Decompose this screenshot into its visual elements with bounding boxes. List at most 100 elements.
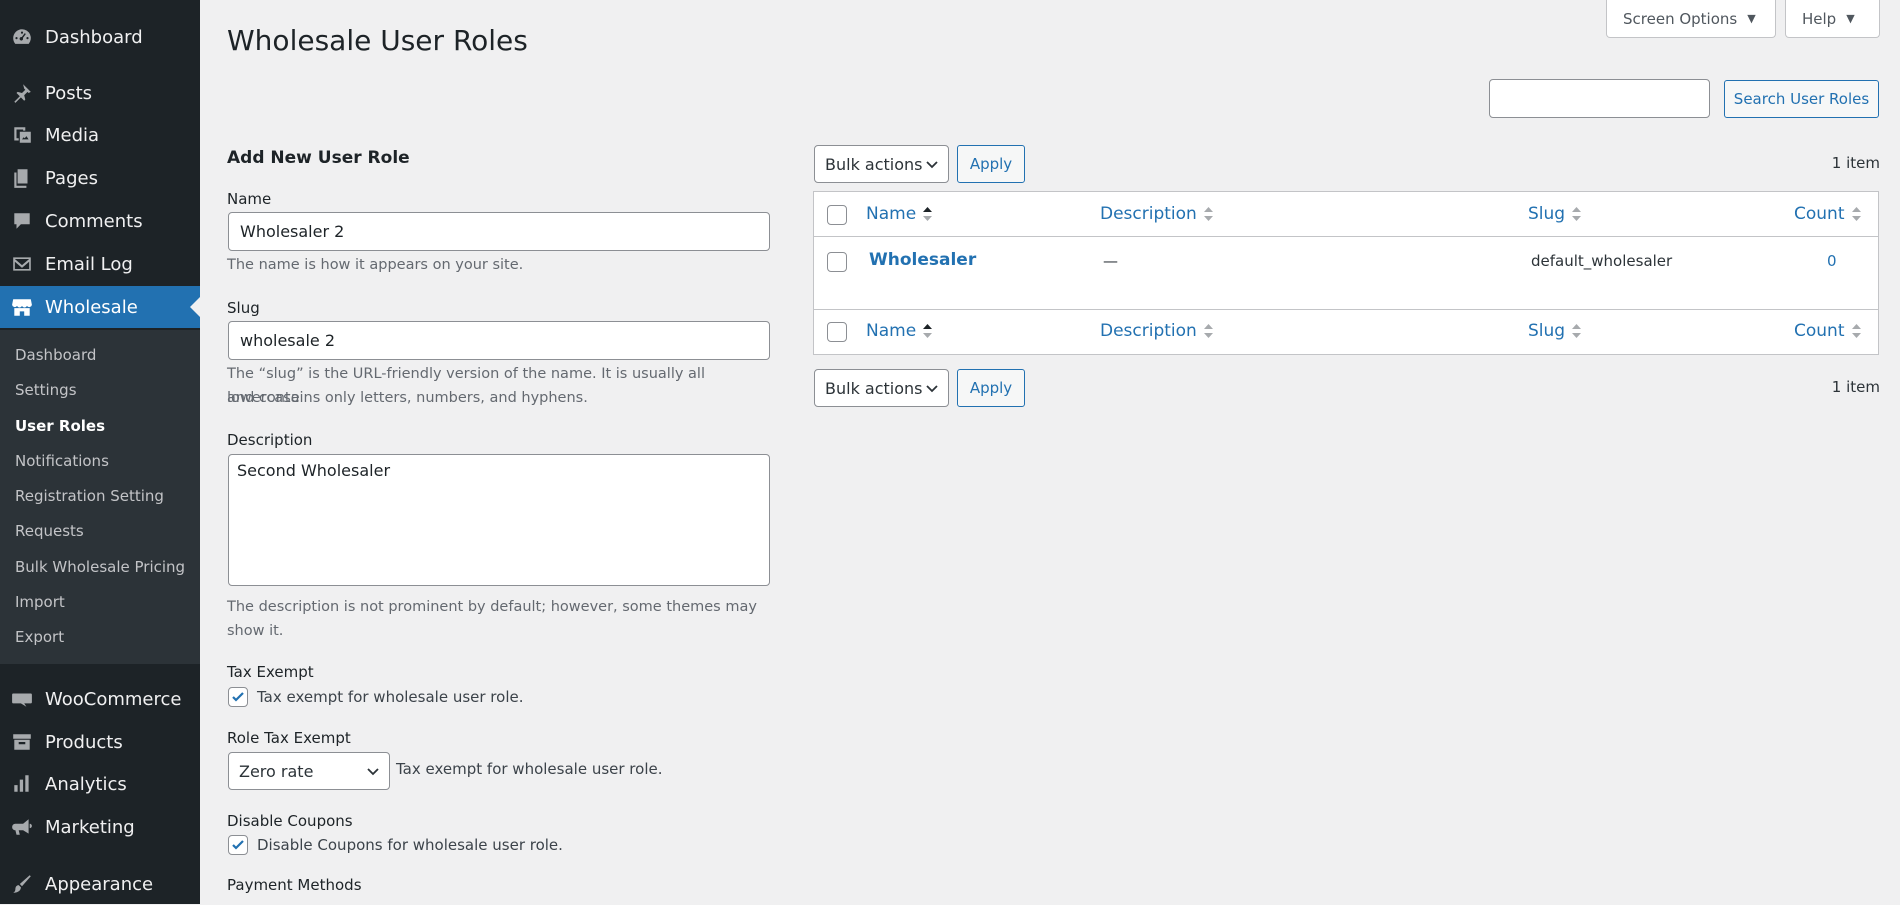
- megaphone-icon: [10, 815, 34, 839]
- comment-icon: [10, 209, 34, 233]
- bulk-actions-select-top[interactable]: Bulk actions: [814, 145, 949, 183]
- tax-exempt-checkbox[interactable]: [228, 687, 248, 707]
- caret-down-icon: ▼: [1846, 12, 1855, 25]
- sidebar-item-analytics[interactable]: Analytics: [0, 763, 200, 805]
- chevron-down-icon: [367, 768, 379, 776]
- role-count-link[interactable]: 0: [1827, 252, 1837, 270]
- sort-icon: [1203, 207, 1213, 221]
- sidebar-item-label: Appearance: [45, 873, 154, 895]
- sort-icon: [1851, 207, 1861, 221]
- column-footer-description[interactable]: Description: [1100, 321, 1214, 341]
- description-help-line-2: show it.: [227, 623, 284, 639]
- sidebar-item-wholesale[interactable]: Wholesale: [0, 286, 200, 328]
- row-checkbox[interactable]: [827, 252, 847, 272]
- slug-description-line-2: and contains only letters, numbers, and …: [227, 390, 588, 406]
- media-icon: [10, 123, 34, 147]
- email-icon: [10, 252, 34, 276]
- help-button[interactable]: Help ▼: [1785, 0, 1880, 38]
- item-count-top: 1 item: [1831, 154, 1880, 172]
- payment-methods-label: Payment Methods: [227, 876, 362, 894]
- sidebar-item-label: Media: [45, 124, 100, 146]
- description-textarea[interactable]: Second Wholesaler: [228, 454, 770, 586]
- column-header-name[interactable]: Name: [866, 204, 933, 224]
- sidebar-item-label: Comments: [45, 210, 143, 232]
- role-tax-exempt-select[interactable]: Zero rate: [228, 752, 390, 790]
- submenu-item-bulk-wholesale-pricing[interactable]: Bulk Wholesale Pricing: [15, 555, 185, 579]
- sort-icon: [1572, 324, 1582, 338]
- apply-button-bottom[interactable]: Apply: [957, 369, 1025, 407]
- submenu-item-user-roles[interactable]: User Roles: [15, 414, 105, 438]
- role-name-link[interactable]: Wholesaler: [869, 250, 976, 270]
- apply-button-top[interactable]: Apply: [957, 145, 1025, 183]
- sidebar-item-comments[interactable]: Comments: [0, 200, 200, 242]
- sidebar-item-products[interactable]: Products: [0, 721, 200, 763]
- woo-icon: [10, 687, 34, 711]
- slug-label: Slug: [227, 299, 260, 317]
- sidebar-item-dashboard[interactable]: Dashboard: [0, 16, 200, 58]
- column-footer-name[interactable]: Name: [866, 321, 933, 341]
- submenu-item-settings[interactable]: Settings: [15, 378, 77, 402]
- column-footer-slug[interactable]: Slug: [1528, 321, 1582, 341]
- search-user-roles-button[interactable]: Search User Roles: [1724, 80, 1879, 118]
- footer-divider: [814, 309, 1878, 310]
- wholesale-submenu: Dashboard Settings User Roles Notificati…: [0, 330, 200, 664]
- slug-input[interactable]: [228, 321, 770, 360]
- chart-icon: [10, 772, 34, 796]
- sort-icon: [923, 324, 933, 338]
- chevron-down-icon: [926, 385, 938, 393]
- search-user-roles-input[interactable]: [1489, 79, 1710, 118]
- role-tax-exempt-label: Role Tax Exempt: [227, 729, 351, 747]
- admin-sidebar: Dashboard Posts Media Pages Comments Ema…: [0, 0, 200, 904]
- description-label: Description: [227, 431, 313, 449]
- sidebar-item-label: Dashboard: [45, 26, 143, 48]
- submenu-item-registration-setting[interactable]: Registration Setting: [15, 484, 164, 508]
- submenu-item-dashboard[interactable]: Dashboard: [15, 343, 96, 367]
- page-title: Wholesale User Roles: [227, 24, 528, 57]
- submenu-item-import[interactable]: Import: [15, 590, 65, 614]
- sort-icon: [1572, 207, 1582, 221]
- sidebar-item-marketing[interactable]: Marketing: [0, 806, 200, 848]
- sidebar-item-label: Email Log: [45, 253, 133, 275]
- column-header-description[interactable]: Description: [1100, 204, 1214, 224]
- brush-icon: [10, 872, 34, 896]
- sidebar-item-label: Posts: [45, 82, 93, 104]
- header-divider: [814, 236, 1878, 237]
- select-all-checkbox-footer[interactable]: [827, 322, 847, 342]
- caret-down-icon: ▼: [1747, 12, 1756, 25]
- sidebar-item-posts[interactable]: Posts: [0, 72, 200, 114]
- tax-exempt-label: Tax Exempt: [227, 663, 314, 681]
- sidebar-item-email-log[interactable]: Email Log: [0, 243, 200, 285]
- chevron-down-icon: [926, 161, 938, 169]
- sidebar-item-media[interactable]: Media: [0, 114, 200, 156]
- role-slug-cell: default_wholesaler: [1531, 252, 1673, 270]
- sidebar-item-label: WooCommerce: [45, 688, 182, 710]
- store-icon: [10, 295, 34, 319]
- description-help-line-1: The description is not prominent by defa…: [227, 599, 757, 615]
- checkmark-icon: [232, 840, 244, 850]
- submenu-item-notifications[interactable]: Notifications: [15, 449, 109, 473]
- sort-icon: [923, 207, 933, 221]
- column-footer-count[interactable]: Count: [1794, 321, 1862, 341]
- select-all-checkbox[interactable]: [827, 205, 847, 225]
- sidebar-item-pages[interactable]: Pages: [0, 157, 200, 199]
- sidebar-item-woocommerce[interactable]: WooCommerce: [0, 678, 200, 720]
- screen-options-button[interactable]: Screen Options ▼: [1606, 0, 1776, 38]
- sort-icon: [1203, 324, 1213, 338]
- name-input[interactable]: [228, 212, 770, 251]
- column-header-slug[interactable]: Slug: [1528, 204, 1582, 224]
- archive-icon: [10, 730, 34, 754]
- disable-coupons-checkbox-label: Disable Coupons for wholesale user role.: [257, 836, 563, 854]
- dashboard-icon: [10, 25, 34, 49]
- sidebar-item-label: Marketing: [45, 816, 135, 838]
- disable-coupons-checkbox[interactable]: [228, 835, 248, 855]
- bulk-actions-select-bottom[interactable]: Bulk actions: [814, 369, 949, 407]
- name-description: The name is how it appears on your site.: [227, 257, 524, 273]
- sidebar-item-label: Products: [45, 731, 123, 753]
- disable-coupons-label: Disable Coupons: [227, 812, 353, 830]
- item-count-bottom: 1 item: [1831, 378, 1880, 396]
- sidebar-item-appearance[interactable]: Appearance: [0, 863, 200, 905]
- submenu-item-requests[interactable]: Requests: [15, 519, 84, 543]
- submenu-item-export[interactable]: Export: [15, 625, 64, 649]
- column-header-count[interactable]: Count: [1794, 204, 1862, 224]
- name-label: Name: [227, 190, 272, 208]
